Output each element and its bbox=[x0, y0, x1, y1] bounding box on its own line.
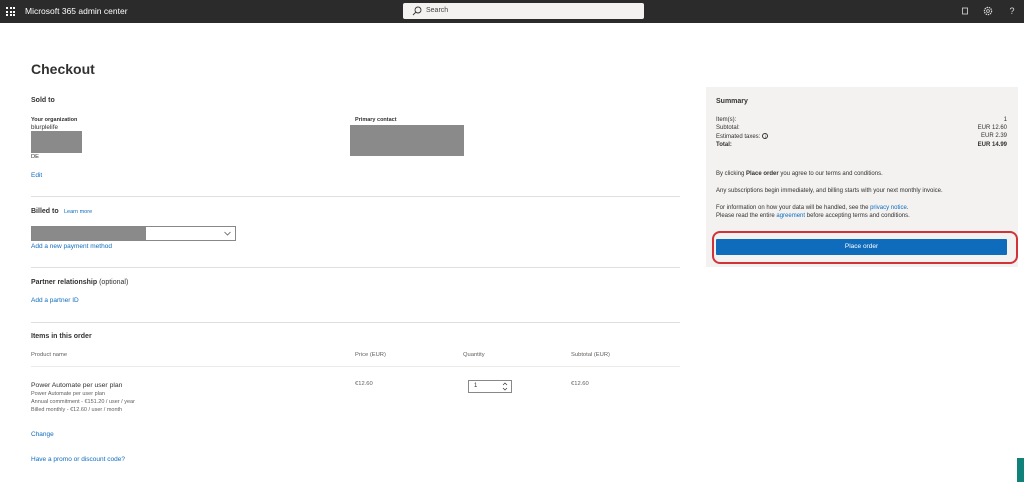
edit-link[interactable]: Edit bbox=[31, 172, 42, 179]
divider bbox=[31, 322, 680, 323]
product-name: Power Automate per user plan bbox=[31, 382, 123, 389]
summary-subtotal-row: Subtotal: EUR 12.60 bbox=[716, 125, 1007, 133]
add-partner-link[interactable]: Add a partner ID bbox=[31, 297, 79, 304]
agreement-text: Please read the entire agreement before … bbox=[716, 213, 910, 219]
privacy-text: For information on how your data will be… bbox=[716, 205, 908, 211]
add-payment-method-link[interactable]: Add a new payment method bbox=[31, 243, 112, 250]
col-subtotal: Subtotal (EUR) bbox=[571, 352, 610, 358]
sold-to-title: Sold to bbox=[31, 97, 55, 104]
col-quantity: Quantity bbox=[463, 352, 485, 358]
terms-bold: Place order bbox=[746, 171, 779, 177]
payment-method-dropdown[interactable] bbox=[31, 226, 236, 241]
settings-icon[interactable] bbox=[982, 5, 994, 17]
place-order-button[interactable]: Place order bbox=[716, 239, 1007, 255]
terms-prefix: By clicking bbox=[716, 171, 747, 177]
org-name: blurplelife bbox=[31, 124, 58, 131]
dialog-icon[interactable] bbox=[959, 5, 971, 17]
summary-taxes-label-wrap: Estimated taxes: i bbox=[716, 133, 769, 140]
col-price: Price (EUR) bbox=[355, 352, 386, 358]
summary-taxes-row: Estimated taxes: i EUR 2.39 bbox=[716, 133, 1007, 141]
product-detail: Power Automate per user plan bbox=[31, 391, 105, 397]
feedback-tab[interactable] bbox=[1017, 458, 1024, 482]
divider bbox=[31, 267, 680, 268]
summary-total-value: EUR 14.99 bbox=[977, 142, 1007, 148]
terms-suffix: you agree to our terms and conditions. bbox=[778, 171, 883, 177]
summary-title: Summary bbox=[716, 98, 748, 105]
summary-total-row: Total: EUR 14.99 bbox=[716, 142, 1007, 150]
info-icon[interactable]: i bbox=[762, 133, 769, 139]
org-label: Your organization bbox=[31, 117, 78, 123]
privacy-notice-link[interactable]: privacy notice bbox=[870, 205, 907, 211]
redacted-block bbox=[350, 125, 464, 156]
summary-taxes-value: EUR 2.39 bbox=[980, 133, 1007, 139]
quantity-value[interactable]: 1 bbox=[474, 383, 477, 389]
billing-note: Any subscriptions begin immediately, and… bbox=[716, 188, 943, 194]
primary-contact-label: Primary contact bbox=[355, 117, 397, 123]
summary-total-label: Total: bbox=[716, 142, 732, 148]
partner-title-text: Partner relationship bbox=[31, 279, 98, 286]
search-box[interactable]: Search bbox=[403, 3, 644, 19]
terms-text: By clicking Place order you agree to our… bbox=[716, 171, 883, 177]
page-title: Checkout bbox=[31, 61, 95, 77]
product-billing: Billed monthly - €12.60 / user / month bbox=[31, 407, 123, 413]
product-commitment: Annual commitment - €151.20 / user / yea… bbox=[31, 399, 135, 405]
search-input[interactable]: Search bbox=[426, 7, 448, 14]
agreement-prefix: Please read the entire bbox=[716, 213, 777, 219]
redacted-block bbox=[32, 227, 146, 240]
partner-optional: (optional) bbox=[99, 279, 129, 286]
search-icon bbox=[412, 6, 422, 16]
privacy-suffix: . bbox=[906, 205, 909, 211]
chevron-down-icon bbox=[224, 231, 231, 236]
summary-subtotal-value: EUR 12.60 bbox=[977, 125, 1007, 131]
privacy-prefix: For information on how your data will be… bbox=[716, 205, 871, 211]
summary-subtotal-label: Subtotal: bbox=[716, 125, 740, 131]
billed-to-title: Billed to bbox=[31, 208, 59, 215]
help-icon[interactable]: ? bbox=[1006, 5, 1018, 17]
agreement-link[interactable]: agreement bbox=[776, 213, 805, 219]
agreement-suffix: before accepting terms and conditions. bbox=[805, 213, 910, 219]
waffle-icon[interactable] bbox=[6, 7, 15, 16]
app-title[interactable]: Microsoft 365 admin center bbox=[25, 6, 128, 16]
top-bar: Microsoft 365 admin center Search ? bbox=[0, 0, 1024, 23]
partner-title: Partner relationship (optional) bbox=[31, 279, 128, 286]
product-price: €12.60 bbox=[355, 381, 373, 387]
divider bbox=[31, 196, 680, 197]
product-subtotal: €12.60 bbox=[571, 381, 589, 387]
summary-items-label: Item(s): bbox=[716, 117, 737, 123]
col-product-name: Product name bbox=[31, 352, 68, 358]
divider bbox=[31, 366, 680, 367]
quantity-stepper[interactable]: 1 bbox=[468, 380, 512, 393]
org-country: DE bbox=[31, 154, 40, 160]
items-title: Items in this order bbox=[31, 333, 92, 340]
summary-taxes-label: Estimated taxes: bbox=[716, 134, 761, 140]
learn-more-link[interactable]: Learn more bbox=[64, 209, 92, 215]
change-link[interactable]: Change bbox=[31, 431, 54, 438]
summary-items-row: Item(s): 1 bbox=[716, 117, 1007, 125]
redacted-block bbox=[31, 131, 82, 153]
stepper-arrows-icon[interactable] bbox=[501, 381, 509, 392]
promo-code-link[interactable]: Have a promo or discount code? bbox=[31, 456, 125, 463]
summary-items-value: 1 bbox=[1003, 117, 1007, 123]
